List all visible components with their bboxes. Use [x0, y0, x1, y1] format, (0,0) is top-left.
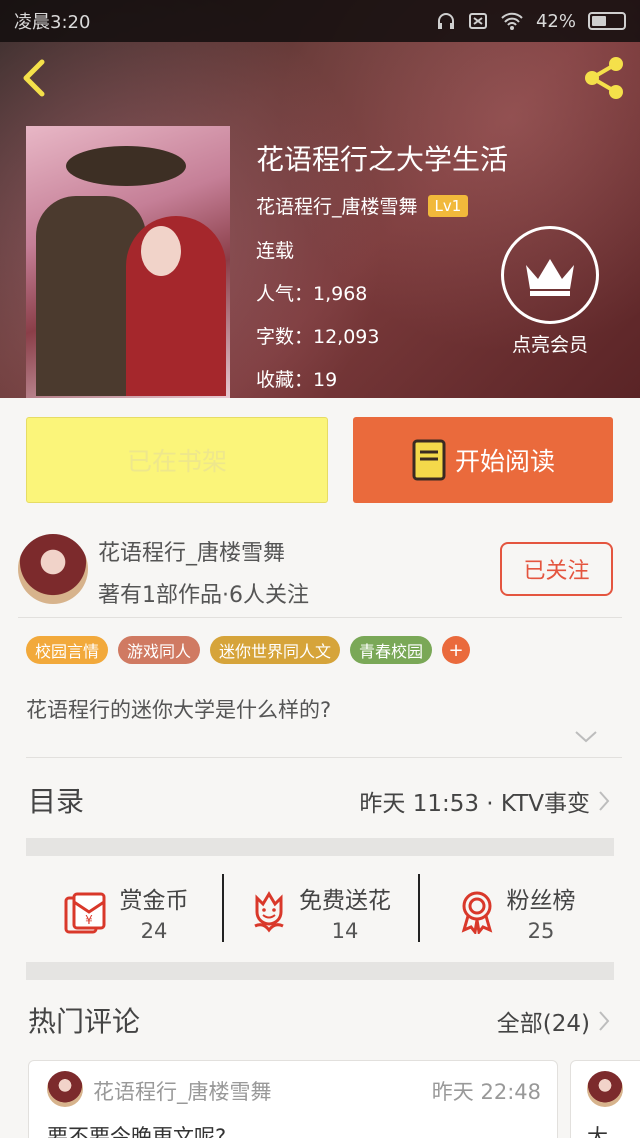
add-tag-icon[interactable]: + — [442, 636, 471, 664]
battery-icon — [588, 12, 626, 30]
all-comments-label: 全部(24) — [496, 1011, 590, 1037]
book-cover[interactable] — [26, 126, 230, 398]
comment-avatar[interactable] — [587, 1071, 623, 1107]
back-arrow-icon[interactable] — [16, 58, 56, 98]
comment-card[interactable]: 花语程行_唐楼雪舞 昨天 22:48 要不要今晚更文呢? — [28, 1060, 558, 1138]
svg-text:¥: ¥ — [85, 913, 93, 927]
vip-label: 点亮会员 — [511, 334, 588, 356]
following-button[interactable]: 已关注 — [500, 542, 613, 596]
author-name[interactable]: 花语程行_唐楼雪舞 — [98, 535, 285, 567]
section-separator — [26, 838, 614, 856]
divider — [18, 617, 622, 618]
tag-item[interactable]: 青春校园 — [350, 636, 433, 664]
comment-user[interactable]: 花语程行_唐楼雪舞 — [93, 1076, 272, 1106]
comment-avatar[interactable] — [47, 1071, 83, 1107]
status-bar: 凌晨3:20 42% — [0, 0, 640, 42]
flower-icon — [254, 891, 284, 933]
author-description: 著有1部作品·6人关注 — [98, 583, 309, 608]
chevron-right-icon — [599, 1011, 610, 1031]
all-comments-link[interactable]: 全部(24) — [497, 1004, 610, 1038]
comment-time: 昨天 22:48 — [431, 1080, 541, 1104]
level-badge: Lv1 — [427, 194, 469, 217]
book-author-line: 花语程行_唐楼雪舞 Lv1 — [256, 192, 469, 219]
tag-list: 校园言情 游戏同人 迷你世界同人文 青春校园 + — [26, 636, 471, 664]
catalog-label[interactable]: 目录 — [28, 780, 84, 820]
book-author[interactable]: 花语程行_唐楼雪舞 — [256, 192, 418, 219]
tag-item[interactable]: 游戏同人 — [118, 636, 201, 664]
latest-chapter-text: 昨天 11:53 · KTV事变 — [359, 791, 590, 817]
vip-button[interactable]: 点亮会员 — [500, 226, 600, 357]
send-flowers-value: 14 — [331, 919, 359, 943]
headphone-icon — [437, 13, 454, 29]
battery-percent: 42% — [535, 10, 576, 32]
stats-row: ¥ 赏金币 24 免费送花 14 粉丝榜 25 — [26, 862, 614, 962]
reward-coins-value: 24 — [140, 919, 168, 943]
send-flowers-label: 免费送花 — [299, 888, 391, 914]
ribbon-medal-icon — [461, 891, 492, 934]
in-bookshelf-button[interactable]: 已在书架 — [26, 417, 328, 503]
book-title: 花语程行之大学生活 — [256, 143, 509, 176]
in-bookshelf-label: 已在书架 — [126, 447, 227, 476]
following-label: 已关注 — [523, 559, 590, 584]
hot-comments-title: 热门评论 — [28, 1005, 141, 1038]
reward-coins-button[interactable]: ¥ 赏金币 24 — [26, 862, 222, 962]
send-flowers-button[interactable]: 免费送花 14 — [222, 862, 418, 962]
comment-text: 大 — [587, 1125, 608, 1138]
section-separator — [26, 962, 614, 980]
tag-item[interactable]: 迷你世界同人文 — [210, 636, 341, 664]
book-header: 凌晨3:20 42% 花语程行之大学生活 花语程行_唐楼雪舞 Lv1 连载 人气… — [0, 0, 640, 398]
book-summary: 花语程行的迷你大学是什么样的? — [26, 698, 332, 722]
divider — [26, 757, 622, 758]
start-reading-button[interactable]: 开始阅读 — [353, 417, 613, 503]
fan-ranking-value: 25 — [527, 919, 555, 943]
crown-icon — [501, 226, 599, 324]
comment-card[interactable]: 大 — [570, 1060, 640, 1138]
author-avatar[interactable] — [18, 534, 88, 604]
fan-ranking-label: 粉丝榜 — [506, 888, 576, 914]
sim-card-icon — [468, 13, 487, 29]
catalog-latest-chapter[interactable]: 昨天 11:53 · KTV事变 — [359, 784, 610, 818]
book-icon — [412, 439, 446, 481]
tag-item[interactable]: 校园言情 — [26, 636, 109, 664]
wifi-icon — [501, 12, 523, 30]
book-state: 连载 — [256, 240, 295, 262]
book-favorites: 收藏：19 — [256, 369, 338, 391]
book-popularity: 人气：1,968 — [256, 283, 368, 305]
chevron-right-icon — [599, 791, 610, 811]
start-reading-label: 开始阅读 — [454, 447, 555, 476]
share-icon[interactable] — [580, 54, 628, 102]
comment-text: 要不要今晚更文呢? — [47, 1125, 227, 1138]
book-word-count: 字数：12,093 — [256, 326, 380, 348]
reward-coins-label: 赏金币 — [119, 888, 189, 914]
fan-ranking-button[interactable]: 粉丝榜 25 — [418, 862, 614, 962]
chevron-down-icon[interactable] — [574, 730, 598, 744]
red-envelope-icon: ¥ — [64, 892, 105, 934]
status-time: 凌晨3:20 — [14, 12, 91, 33]
